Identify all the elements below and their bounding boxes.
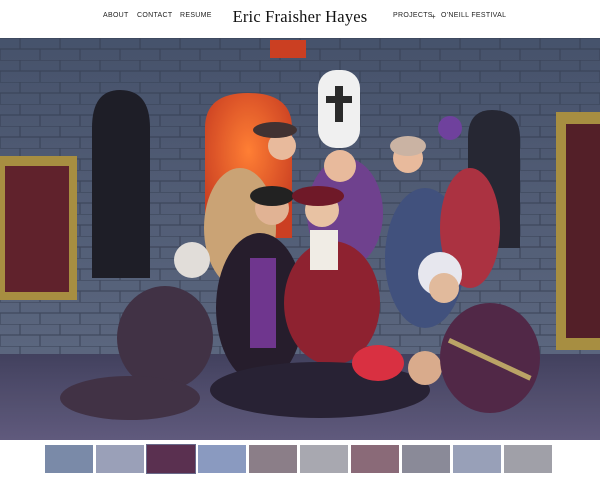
thumbnail-2[interactable] (96, 445, 144, 473)
thumbnail-1[interactable] (45, 445, 93, 473)
thumbnail-10[interactable] (504, 445, 552, 473)
thumbnail-3[interactable] (146, 444, 196, 474)
site-header: ABOUT CONTACT RESUME PROJECTS O'NEILL FE… (0, 0, 600, 38)
stage-scene-image (0, 38, 600, 440)
thumbnail-9[interactable] (453, 445, 501, 473)
hero-photo (0, 38, 600, 440)
thumbnail-strip (0, 440, 600, 478)
thumbnail-7[interactable] (351, 445, 399, 473)
thumbnail-8[interactable] (402, 445, 450, 473)
site-title[interactable]: Eric Fraisher Hayes (0, 7, 600, 27)
thumbnail-5[interactable] (249, 445, 297, 473)
thumbnail-4[interactable] (198, 445, 246, 473)
thumbnail-6[interactable] (300, 445, 348, 473)
